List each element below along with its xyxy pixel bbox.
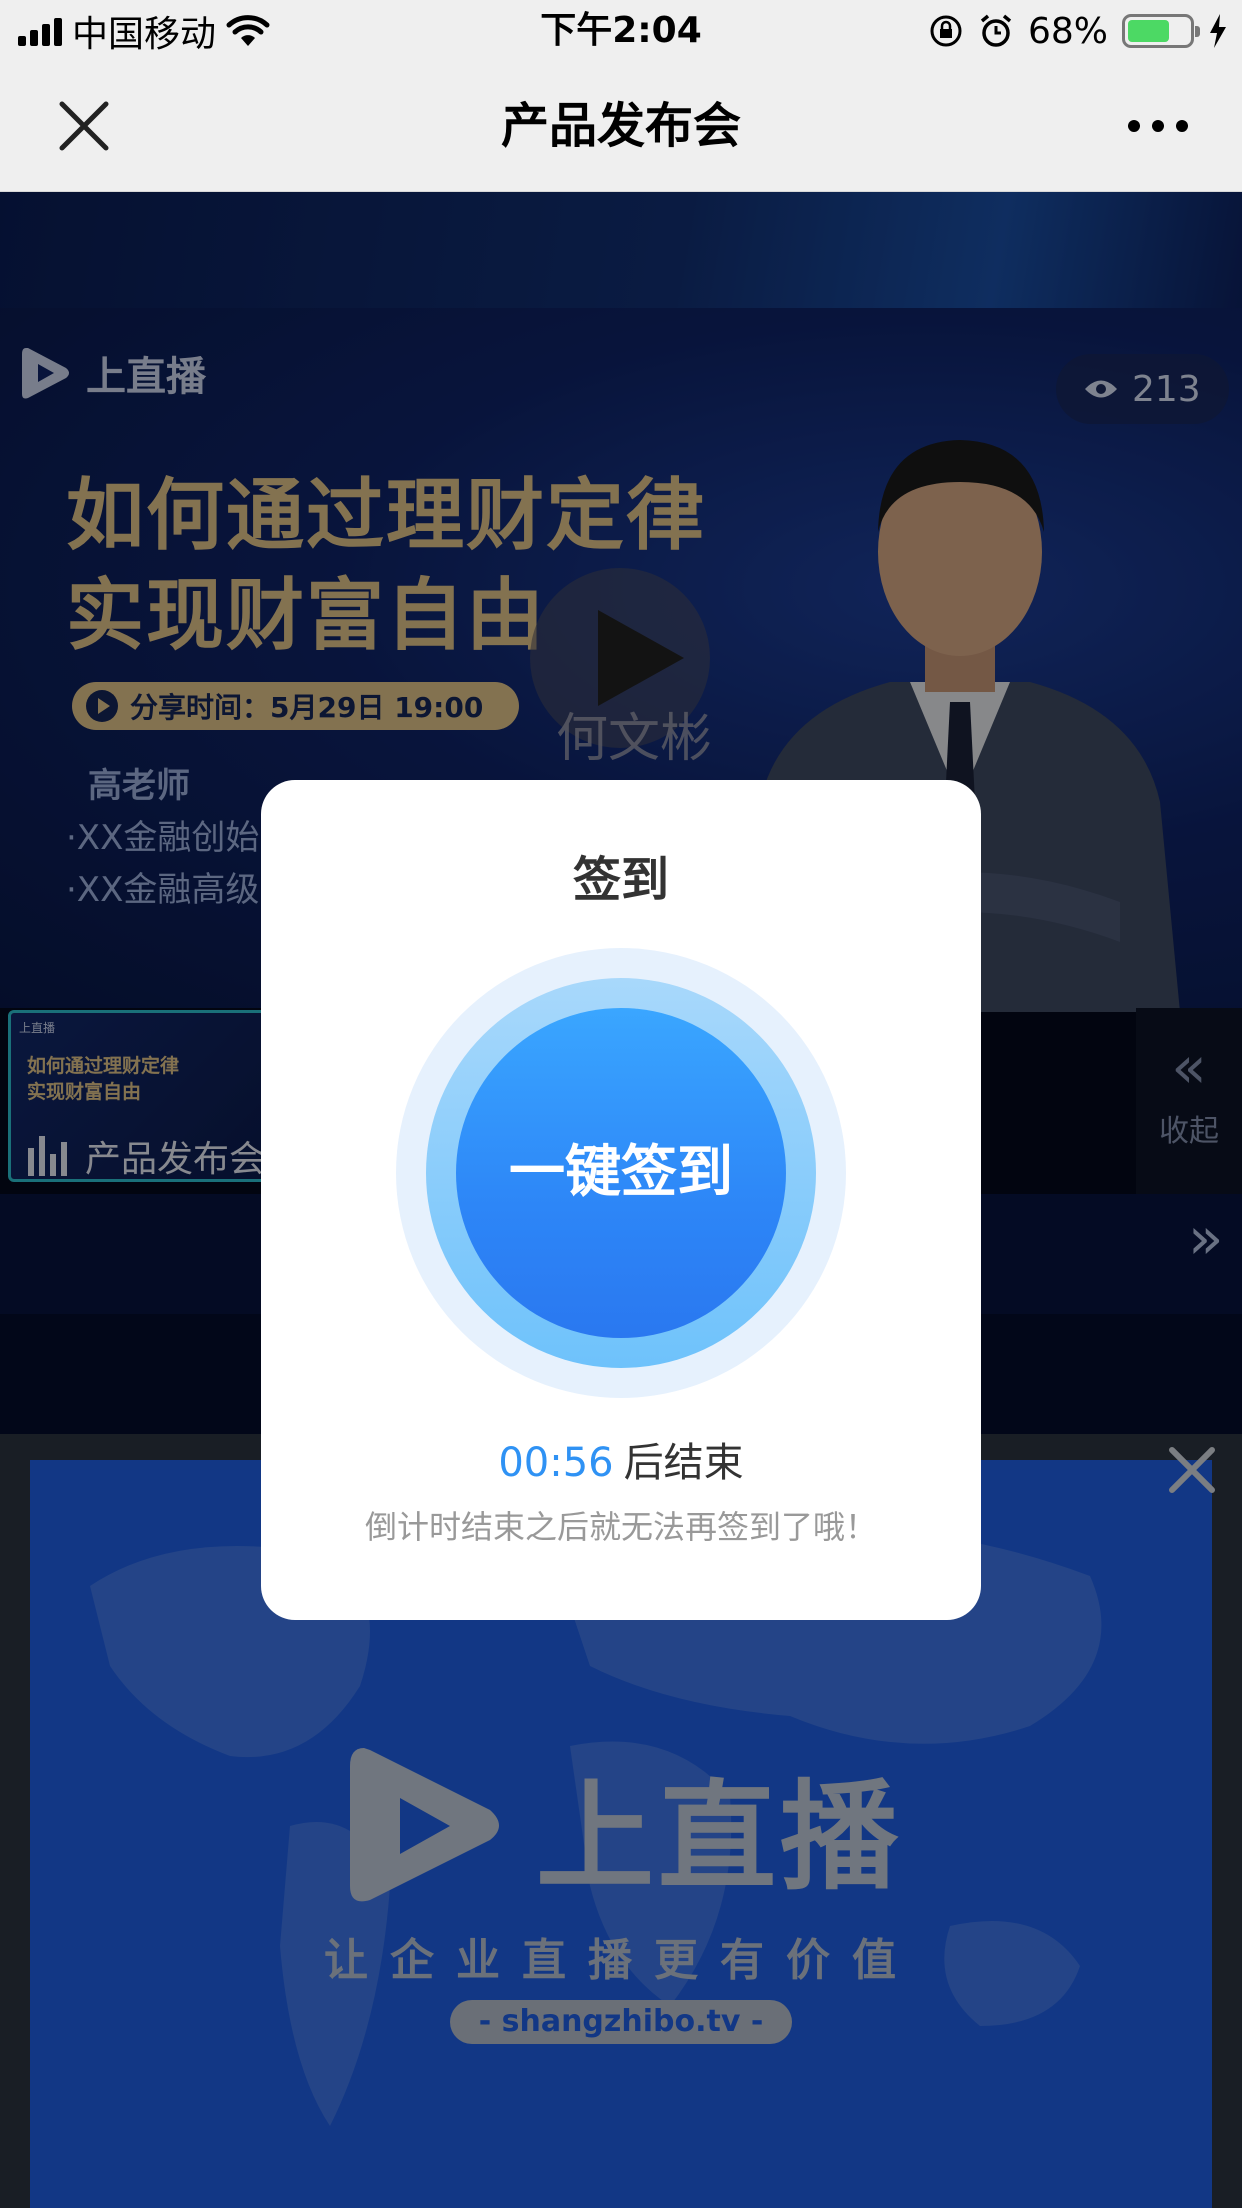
countdown-row: 00:56 后结束 [261, 1430, 981, 1488]
countdown-hint: 倒计时结束之后就无法再签到了哦！ [364, 1508, 877, 1546]
nav-bar: 产品发布会 [0, 62, 1242, 192]
signin-modal: 签到 一键签到 00:56 后结束 倒计时结束之后就无法再签到了哦！ [261, 780, 981, 1620]
modal-title: 签到 [572, 852, 669, 908]
status-right: 68% [928, 10, 1228, 52]
more-icon[interactable] [1128, 120, 1188, 132]
charging-icon [1210, 14, 1226, 48]
battery-level [1128, 20, 1169, 42]
one-tap-signin-button[interactable]: 一键签到 [456, 1008, 786, 1338]
battery-icon [1122, 14, 1200, 48]
countdown-suffix: 后结束 [623, 1440, 744, 1486]
page-title: 产品发布会 [500, 98, 741, 154]
battery-percent: 68% [1027, 10, 1108, 52]
status-bar: 中国移动 下午2:04 68% [0, 0, 1242, 62]
alarm-icon [980, 14, 1012, 47]
orientation-lock-icon [930, 15, 962, 47]
countdown-timer: 00:56 [498, 1440, 614, 1486]
